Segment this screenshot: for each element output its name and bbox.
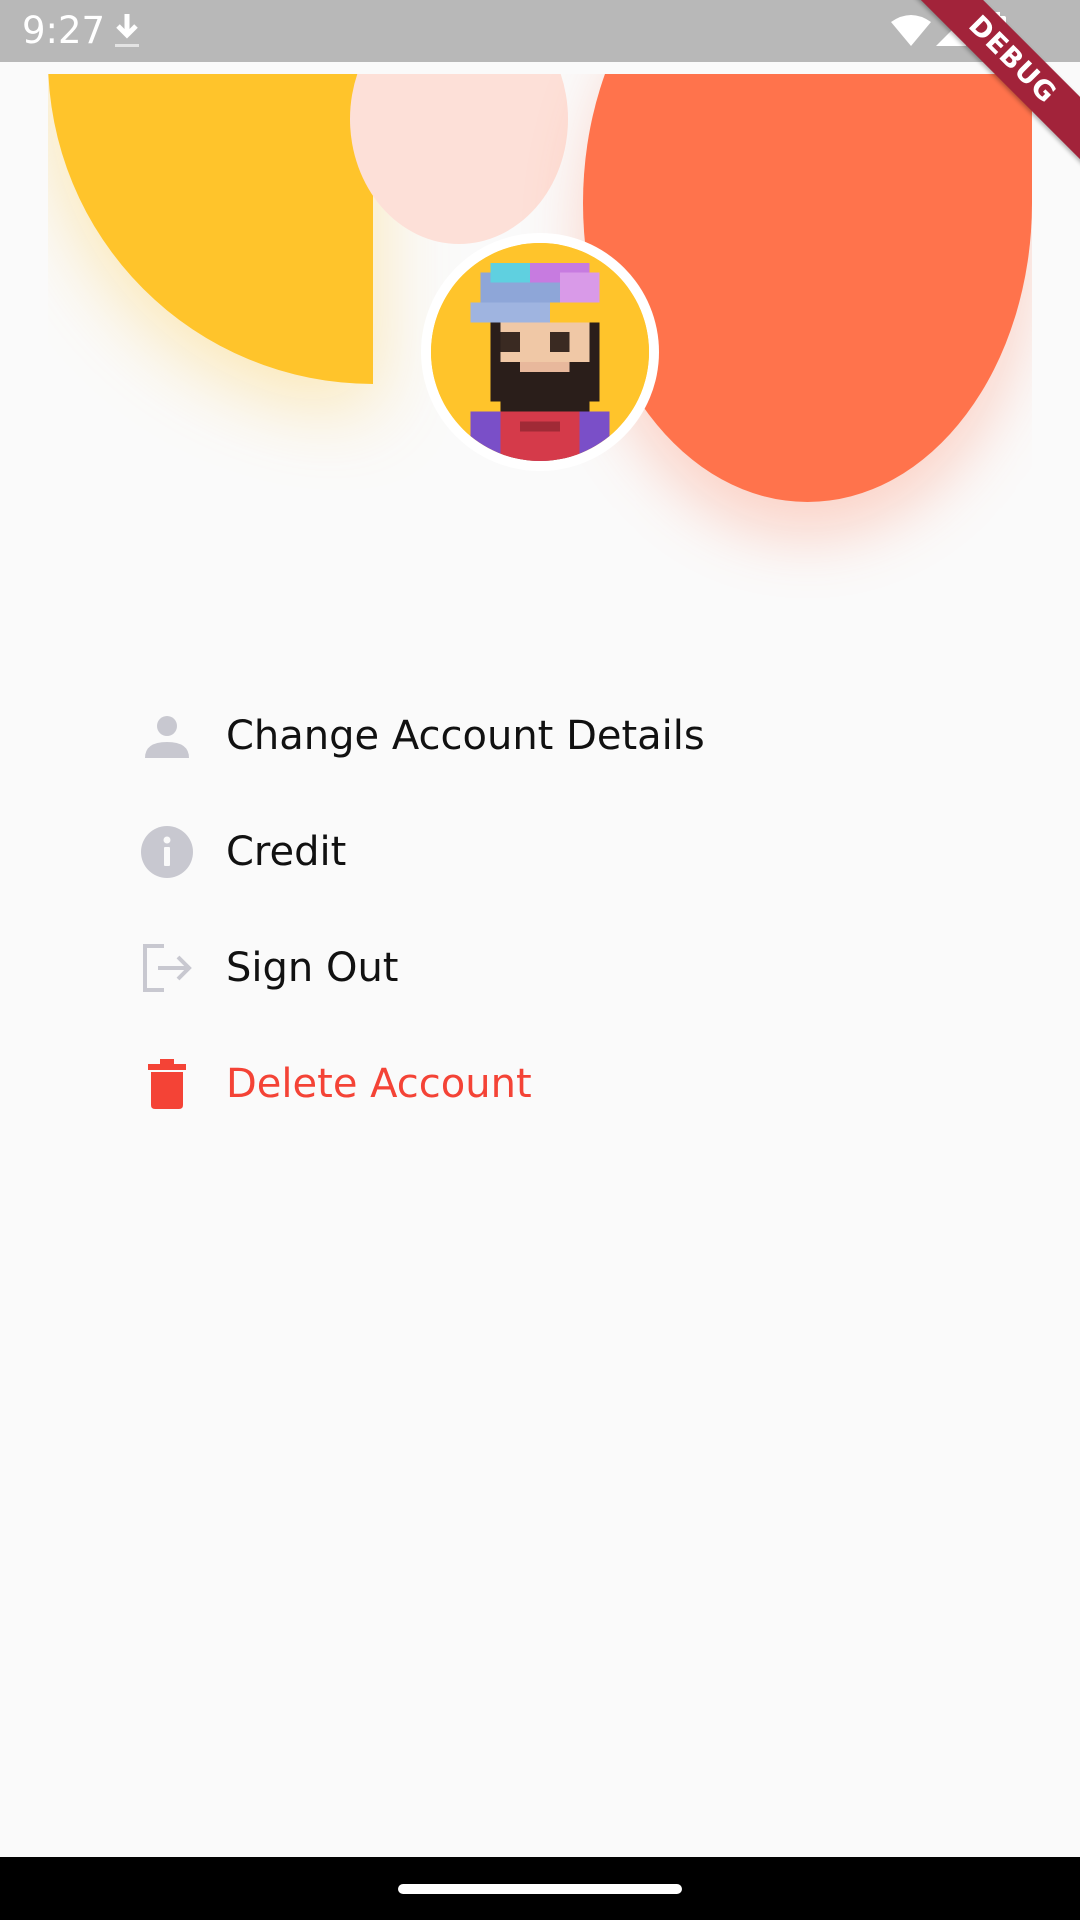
pixel-avatar bbox=[431, 243, 649, 461]
yellow-shape bbox=[48, 74, 373, 384]
download-icon bbox=[115, 14, 139, 47]
profile-screen: 9:27 DEBUG Change Account Details Credit… bbox=[0, 0, 1080, 1920]
navigation-bar bbox=[0, 1857, 1080, 1920]
menu-item-label: Change Account Details bbox=[226, 713, 705, 759]
menu-item-label: Credit bbox=[226, 829, 347, 875]
trash-icon bbox=[140, 1057, 194, 1111]
status-time: 9:27 bbox=[22, 9, 106, 52]
menu-item-credit[interactable]: Credit bbox=[140, 794, 940, 910]
avatar[interactable] bbox=[421, 233, 659, 471]
menu-item-change-account-details[interactable]: Change Account Details bbox=[140, 678, 940, 794]
home-handle[interactable] bbox=[398, 1884, 682, 1894]
menu-item-sign-out[interactable]: Sign Out bbox=[140, 910, 940, 1026]
orange-shape bbox=[583, 74, 1032, 502]
wifi-icon bbox=[891, 15, 931, 46]
info-icon bbox=[140, 825, 194, 879]
status-bar: 9:27 bbox=[0, 0, 1080, 62]
pink-circle-shape bbox=[350, 74, 568, 244]
person-icon bbox=[140, 709, 194, 763]
account-menu: Change Account Details Credit Sign Out D… bbox=[140, 678, 940, 1142]
menu-item-delete-account[interactable]: Delete Account bbox=[140, 1026, 940, 1142]
sign-out-icon bbox=[140, 941, 194, 995]
menu-item-label: Sign Out bbox=[226, 945, 399, 991]
menu-item-label: Delete Account bbox=[226, 1061, 532, 1107]
